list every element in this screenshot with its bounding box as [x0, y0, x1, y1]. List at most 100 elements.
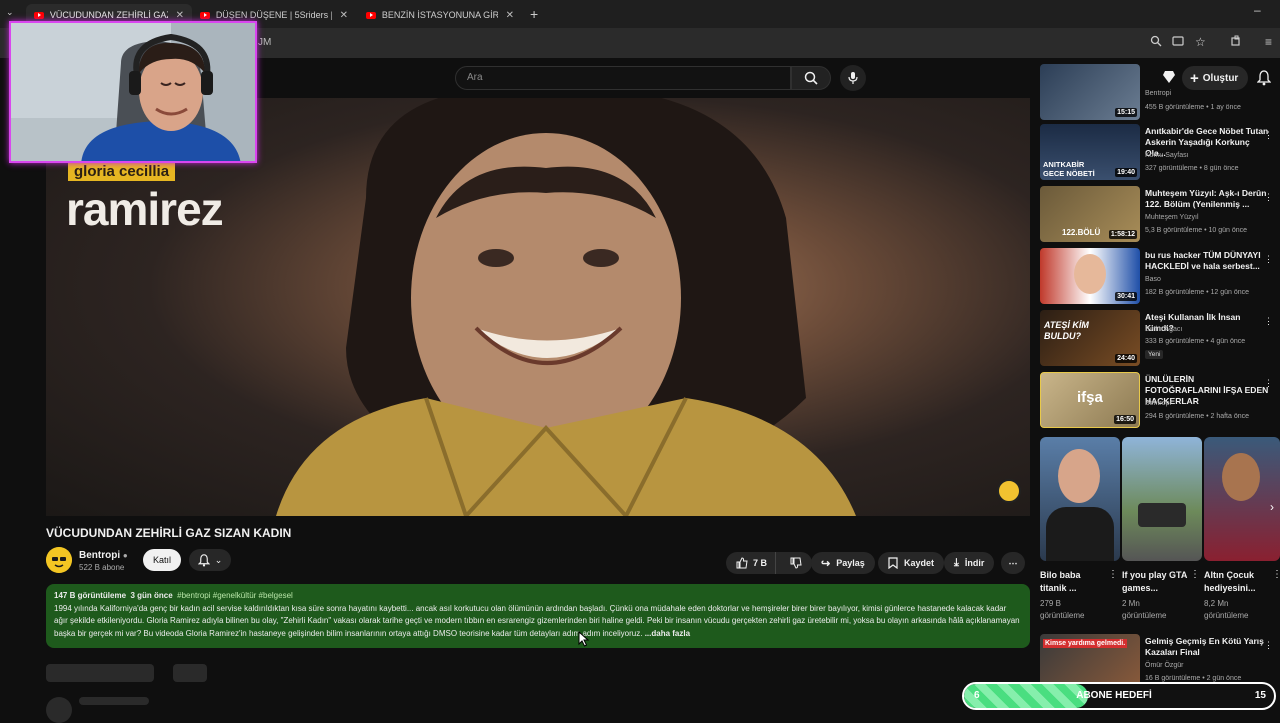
download-label: İndir	[964, 558, 985, 568]
thumbnail-text: ANITKABİR GECE NÖBETİ	[1043, 160, 1095, 178]
video-stats: 16 B görüntüleme • 2 gün önce	[1145, 675, 1242, 682]
recommended-video[interactable]: 30:41 bu rus hacker TÜM DÜNYAYI HACKLEDİ…	[1040, 248, 1280, 306]
join-button[interactable]: Katıl	[143, 549, 181, 571]
recommended-video[interactable]: ATEŞİ KİM BULDU? 24:40 Ateşi Kullanan İl…	[1040, 310, 1280, 368]
video-stats: 294 B görüntüleme • 2 hafta önce	[1145, 413, 1250, 420]
shorts-next-arrow-icon[interactable]: ›	[1270, 500, 1274, 514]
extensions-icon[interactable]	[1230, 35, 1242, 50]
video-description[interactable]: 147 B görüntüleme 3 gün önce #bentropi #…	[46, 584, 1030, 648]
short-thumbnail	[1122, 437, 1202, 561]
recommended-video[interactable]: ANITKABİR GECE NÖBETİ 19:40 Anıtkabir'de…	[1040, 124, 1280, 182]
video-duration: 16:50	[1114, 415, 1136, 424]
video-duration: 1:58:12	[1108, 230, 1137, 239]
share-button[interactable]: ↪ Paylaş	[811, 552, 875, 574]
short-item[interactable]: Bilo baba titanik ... 279 B görüntüleme …	[1040, 437, 1120, 622]
like-dislike-group: 7 B	[726, 552, 813, 574]
browser-tab[interactable]: BENZİN İSTASYONUNA GİREN ✕	[358, 4, 522, 26]
thumbnail-text: Kimse yardıma gelmedi.	[1043, 639, 1128, 648]
voice-search-button[interactable]	[840, 65, 866, 91]
youtube-favicon-icon	[34, 11, 44, 19]
save-button[interactable]: Kaydet	[878, 552, 945, 574]
close-tab-icon[interactable]: ✕	[340, 10, 348, 21]
mouse-cursor-icon	[578, 631, 590, 647]
more-options-icon[interactable]: ⋮	[1264, 378, 1273, 389]
video-title: VÜCUDUNDAN ZEHİRLİ GAZ SIZAN KADIN	[46, 526, 292, 540]
video-channel: Ömür Özgür	[1145, 662, 1184, 669]
zoom-icon[interactable]	[1150, 35, 1162, 50]
dislike-button[interactable]	[782, 552, 812, 574]
subscriber-goal-bar: 6 ABONE HEDEFİ 15	[962, 682, 1276, 710]
short-title: Bilo baba titanik ...	[1040, 570, 1081, 593]
cast-icon[interactable]	[1172, 35, 1184, 50]
subscription-bell-button[interactable]: ⌄	[189, 549, 231, 571]
more-options-icon[interactable]: ⋮	[1264, 130, 1273, 141]
video-thumbnail: 30:41	[1040, 248, 1140, 304]
thumbnail-text: 122.BÖLÜ	[1062, 228, 1101, 237]
menu-icon[interactable]: ≡	[1265, 35, 1272, 49]
create-label: Oluştur	[1202, 72, 1239, 84]
video-stats: 182 B görüntüleme • 12 gün önce	[1145, 289, 1250, 296]
more-actions-button[interactable]: ⋯	[1001, 552, 1025, 574]
channel-name[interactable]: Bentropi ●	[79, 550, 128, 561]
short-title: If you play GTA games...	[1122, 570, 1188, 593]
show-more-link[interactable]: ...daha fazla	[645, 629, 690, 638]
thumbnail-suit	[1046, 507, 1114, 561]
more-options-icon[interactable]: ⋮	[1264, 254, 1273, 265]
video-thumbnail: ANITKABİR GECE NÖBETİ 19:40	[1040, 124, 1140, 180]
channel-name-text: Bentropi	[79, 550, 121, 561]
chevron-down-icon: ⌄	[214, 554, 223, 565]
recommended-video[interactable]: 122.BÖLÜ 1:58:12 Muhteşem Yüzyıl: Aşk-ı …	[1040, 186, 1280, 244]
more-options-icon[interactable]: ⋮	[1264, 640, 1273, 651]
short-views: 8,2 Mn görüntüleme	[1204, 599, 1249, 620]
short-item[interactable]: Altın Çocuk hediyesini... 8,2 Mn görüntü…	[1204, 437, 1280, 622]
more-options-icon[interactable]: ⋮	[1190, 569, 1200, 580]
sort-loading-placeholder	[173, 664, 207, 682]
more-options-icon[interactable]: ⋮	[1108, 569, 1118, 580]
video-overlay-subtitle: gloria cecillia	[68, 162, 176, 181]
video-channel: Muhteşem Yüzyıl	[1145, 214, 1199, 221]
avatar-loading-placeholder	[46, 697, 72, 723]
video-title: Muhteşem Yüzyıl: Aşk-ı Derûn 122. Bölüm …	[1145, 188, 1267, 209]
video-title: bu rus hacker TÜM DÜNYAYI HACKLEDİ ve ha…	[1145, 250, 1261, 271]
video-stats: 455 B görüntüleme • 1 ay önce	[1145, 104, 1241, 111]
search-button[interactable]	[791, 66, 831, 90]
more-options-icon[interactable]: ⋮	[1264, 316, 1273, 327]
minimize-window-icon[interactable]: –	[1254, 3, 1261, 17]
video-stats: 5,3 B görüntüleme • 10 gün önce	[1145, 227, 1248, 234]
short-views: 2 Mn görüntüleme	[1122, 599, 1167, 620]
search-icon	[804, 71, 818, 85]
thumbnail-text: ATEŞİ KİM BULDU?	[1044, 320, 1089, 341]
recommended-video[interactable]: ifşa 16:50 ÜNLÜLERİN FOTOĞRAFLARINI İFŞA…	[1040, 372, 1280, 430]
recommended-video[interactable]: 15:15 Bentropi 455 B görüntüleme • 1 ay …	[1040, 64, 1280, 120]
subscriber-goal-label: ABONE HEDEFİ	[1076, 690, 1152, 701]
channel-avatar[interactable]	[46, 547, 72, 573]
new-badge: Yeni	[1145, 350, 1164, 359]
close-tab-icon[interactable]: ✕	[176, 10, 184, 21]
subscriber-count: 522 B abone	[79, 563, 125, 572]
short-views: 279 B görüntüleme	[1040, 599, 1085, 620]
more-options-icon[interactable]: ⋮	[1272, 569, 1280, 580]
youtube-favicon-icon	[200, 11, 210, 19]
share-icon: ↪	[821, 557, 831, 570]
hashtags[interactable]: #bentropi #genelkültür #belgesel	[177, 591, 293, 600]
text-loading-placeholder	[79, 697, 149, 705]
like-button[interactable]: 7 B	[726, 552, 777, 574]
search-placeholder: Ara	[467, 72, 483, 83]
video-channel: Korku Sayfası	[1145, 152, 1189, 159]
like-count: 7 B	[753, 558, 768, 568]
search-input[interactable]: Ara	[455, 66, 791, 90]
download-button[interactable]: ⤓ İndir	[944, 552, 995, 574]
tab-title: DÜŞEN DÜŞENE | 5Sriders | Mo	[215, 10, 332, 20]
new-tab-icon[interactable]: +	[530, 6, 538, 22]
more-options-icon[interactable]: ⋮	[1264, 192, 1273, 203]
url-text[interactable]: JM	[258, 37, 271, 48]
more-horizontal-icon: ⋯	[1008, 557, 1018, 568]
thumbnail-face	[1222, 453, 1260, 501]
short-item[interactable]: If you play GTA games... 2 Mn görüntülem…	[1122, 437, 1202, 622]
video-thumbnail: ifşa 16:50	[1040, 372, 1140, 428]
bookmark-star-icon[interactable]: ☆	[1195, 35, 1206, 49]
tab-list-chevron-icon[interactable]: ⌄	[6, 7, 20, 21]
video-channel: Evrim Ağacı	[1145, 326, 1183, 333]
microphone-icon	[848, 72, 858, 84]
close-tab-icon[interactable]: ✕	[506, 10, 514, 21]
